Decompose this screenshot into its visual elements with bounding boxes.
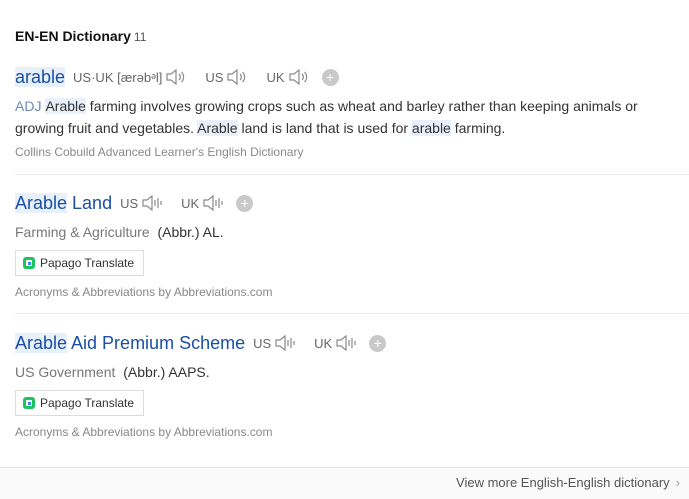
us-label: US <box>253 335 272 351</box>
pronunciation-uk: UK <box>314 335 367 351</box>
chevron-right-icon: › <box>675 475 680 490</box>
category-row: US Government (Abbr.) AAPS. <box>15 364 689 380</box>
speaker-bars-icon[interactable] <box>274 335 296 351</box>
papago-translate-button[interactable]: Papago Translate <box>15 250 145 276</box>
dictionary-source[interactable]: Acronyms & Abbreviations by Abbreviation… <box>15 425 689 439</box>
divider <box>15 174 689 175</box>
speaker-bars-icon[interactable] <box>141 195 163 211</box>
papago-translate-button[interactable]: Papago Translate <box>15 390 145 416</box>
plus-icon[interactable]: + <box>236 194 254 212</box>
speaker-bars-icon[interactable] <box>202 195 224 211</box>
result-count: 11 <box>133 30 147 44</box>
uk-label: UK <box>314 335 333 351</box>
pronunciation-us: US <box>253 335 306 351</box>
divider <box>15 313 689 314</box>
headword-link[interactable]: arable <box>15 66 66 88</box>
pronunciation-uk: UK <box>266 69 319 85</box>
plus-icon[interactable]: + <box>321 68 339 86</box>
definition-segment: land is land that is used for <box>237 120 412 136</box>
highlighted-term: Arable <box>45 98 86 114</box>
view-more-label: View more English-English dictionary <box>456 475 670 490</box>
papago-logo-icon <box>23 257 35 269</box>
entry-head: Arable Land US UK + <box>15 191 689 215</box>
entry-head: arable US·UK [ærəbᵊl] US UK + <box>15 65 689 89</box>
highlighted-term: Arable <box>197 120 238 136</box>
pronunciation-uk: UK <box>181 195 234 211</box>
footer-bar: View more English-English dictionary › <box>0 467 689 499</box>
category-label: Farming & Agriculture <box>15 224 150 240</box>
headword-link[interactable]: Arable Land <box>15 192 112 214</box>
dictionary-source[interactable]: Acronyms & Abbreviations by Abbreviation… <box>15 285 689 299</box>
speaker-bars-icon[interactable] <box>335 335 357 351</box>
speaker-wave-icon[interactable] <box>165 69 187 85</box>
papago-logo-icon <box>23 397 35 409</box>
abbreviation: (Abbr.) AAPS. <box>123 364 210 380</box>
dictionary-source[interactable]: Collins Cobuild Advanced Learner's Engli… <box>15 145 689 159</box>
entry-head: Arable Aid Premium Scheme US UK + <box>15 331 689 355</box>
us-label: US <box>120 195 139 211</box>
category-label: US Government <box>15 364 116 380</box>
section-title-text: EN-EN Dictionary <box>15 28 131 44</box>
pronunciation-text: US·UK [ærəbᵊl] <box>73 69 163 85</box>
part-of-speech: ADJ <box>15 98 42 114</box>
headword-link[interactable]: Arable Aid Premium Scheme <box>15 332 245 354</box>
definition-text: Arable farming involves growing crops su… <box>15 98 638 136</box>
papago-translate-label: Papago Translate <box>40 256 135 270</box>
us-label: US <box>205 69 224 85</box>
entry-arable: arable US·UK [ærəbᵊl] US UK + ADJ Arable… <box>15 65 689 159</box>
entry-arable-aid-premium-scheme: Arable Aid Premium Scheme US UK + US Gov… <box>15 331 689 439</box>
pronunciation-usuk: US·UK [ærəbᵊl] <box>73 69 197 85</box>
plus-icon[interactable]: + <box>369 334 387 352</box>
papago-translate-label: Papago Translate <box>40 396 135 410</box>
uk-label: UK <box>266 69 285 85</box>
uk-label: UK <box>181 195 200 211</box>
category-row: Farming & Agriculture (Abbr.) AL. <box>15 224 689 240</box>
speaker-wave-icon[interactable] <box>226 69 248 85</box>
speaker-wave-icon[interactable] <box>288 69 310 85</box>
pronunciation-us: US <box>120 195 173 211</box>
view-more-link[interactable]: View more English-English dictionary › <box>456 475 680 490</box>
highlighted-term: arable <box>411 120 451 136</box>
definition: ADJ Arable farming involves growing crops… <box>15 95 655 139</box>
definition-segment: farming. <box>450 120 506 136</box>
section-title: EN-EN Dictionary 11 <box>15 28 146 44</box>
entry-arable-land: Arable Land US UK + Farming & Agricultur… <box>15 191 689 299</box>
abbreviation: (Abbr.) AL. <box>157 224 224 240</box>
pronunciation-us: US <box>205 69 258 85</box>
